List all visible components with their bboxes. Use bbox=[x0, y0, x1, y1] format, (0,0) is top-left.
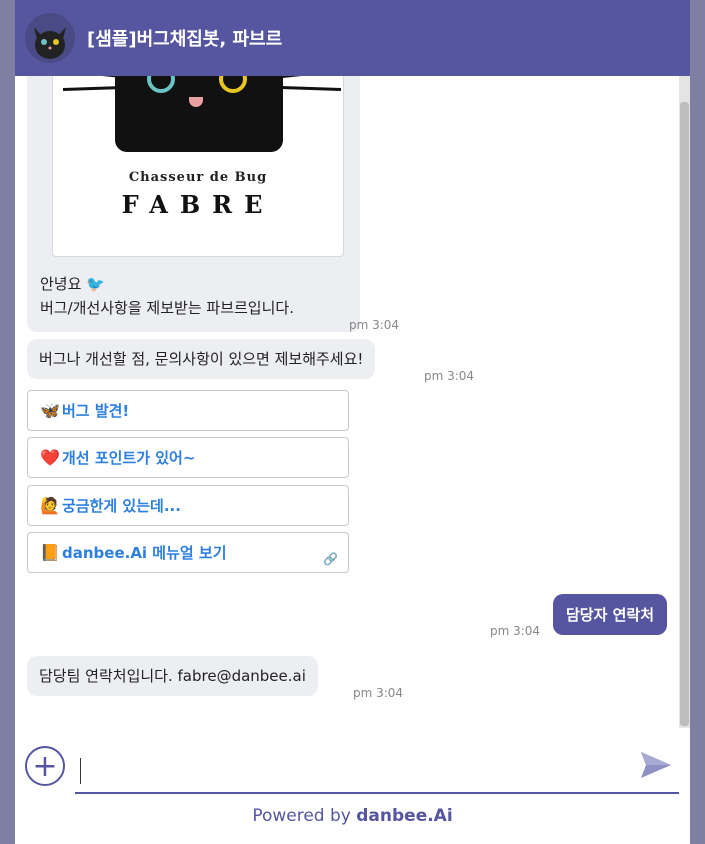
quick-reply-label: 궁금한게 있는데... bbox=[62, 497, 181, 515]
send-button[interactable] bbox=[639, 748, 673, 786]
whisker bbox=[280, 85, 342, 92]
bot-avatar bbox=[25, 13, 75, 63]
cat-logo-icon bbox=[115, 76, 283, 152]
powered-by-prefix: Powered by bbox=[252, 806, 357, 826]
cat-avatar-icon bbox=[34, 27, 66, 59]
powered-by: Powered by danbee.Ai bbox=[15, 806, 690, 826]
page-background-left bbox=[0, 0, 15, 844]
chat-title: [샘플]버그채집봇, 파브르 bbox=[87, 29, 283, 50]
heart-icon: ❤️ bbox=[40, 448, 60, 467]
welcome-text: 안녕요 🐦 버그/개선사항을 제보받는 파브르입니다. bbox=[40, 272, 294, 320]
brand-name: FABRE bbox=[121, 190, 275, 219]
bot-message-text: 담당팀 연락처입니다. fabre@danbee.ai bbox=[39, 667, 306, 685]
welcome-image: Chasseur de Bug FABRE bbox=[52, 76, 344, 257]
whisker bbox=[63, 76, 123, 79]
whisker bbox=[281, 76, 341, 79]
chat-header: [샘플]버그채집봇, 파브르 bbox=[15, 0, 690, 76]
message-input[interactable] bbox=[75, 748, 679, 794]
quick-reply-label: 개선 포인트가 있어~ bbox=[62, 449, 196, 467]
quick-reply-question[interactable]: 🙋 궁금한게 있는데... bbox=[27, 485, 349, 526]
page-background-right bbox=[690, 0, 705, 844]
message-list[interactable]: Chasseur de Bug FABRE 안녕요 🐦 버그/개선사항을 제보받… bbox=[15, 76, 679, 728]
quick-reply-label: danbee.Ai 메뉴얼 보기 bbox=[62, 544, 227, 562]
attach-plus-button[interactable]: + bbox=[25, 746, 65, 786]
welcome-line-2: 버그/개선사항을 제보받는 파브르입니다. bbox=[40, 299, 294, 317]
bot-message-bubble: 버그나 개선할 점, 문의사항이 있으면 제보해주세요! bbox=[27, 339, 376, 379]
book-icon: 📙 bbox=[40, 543, 60, 562]
quick-reply-bug[interactable]: 🦋 버그 발견! bbox=[27, 390, 349, 431]
bot-message-bubble: 담당팀 연락처입니다. fabre@danbee.ai bbox=[27, 656, 318, 696]
powered-by-brand[interactable]: danbee.Ai bbox=[356, 806, 452, 826]
quick-reply-manual[interactable]: 📙 danbee.Ai 메뉴얼 보기 🔗 bbox=[27, 532, 349, 573]
chat-scrollbar[interactable] bbox=[679, 76, 690, 728]
message-time: pm 3:04 bbox=[490, 624, 541, 638]
butterfly-icon: 🦋 bbox=[40, 401, 60, 420]
text-caret bbox=[80, 758, 81, 784]
user-message-bubble: 담당자 연락처 bbox=[552, 594, 667, 635]
welcome-line-1: 안녕요 🐦 bbox=[40, 275, 105, 293]
raising-hand-icon: 🙋 bbox=[40, 496, 60, 515]
message-time: pm 3:04 bbox=[424, 369, 475, 383]
user-message-text: 담당자 연락처 bbox=[565, 606, 654, 624]
quick-reply-label: 버그 발견! bbox=[62, 402, 130, 420]
message-time: pm 3:04 bbox=[353, 686, 404, 700]
welcome-message-bubble: Chasseur de Bug FABRE 안녕요 🐦 버그/개선사항을 제보받… bbox=[27, 76, 360, 332]
scrollbar-thumb[interactable] bbox=[680, 102, 689, 726]
brand-subtitle: Chasseur de Bug bbox=[128, 170, 268, 185]
bot-message-text: 버그나 개선할 점, 문의사항이 있으면 제보해주세요! bbox=[39, 350, 364, 368]
message-time: pm 3:04 bbox=[349, 318, 400, 332]
external-link-icon: 🔗 bbox=[323, 552, 338, 566]
quick-reply-improvement[interactable]: ❤️ 개선 포인트가 있어~ bbox=[27, 437, 349, 478]
input-area: + Powered by danbee.Ai bbox=[15, 728, 690, 844]
send-icon bbox=[641, 752, 671, 778]
